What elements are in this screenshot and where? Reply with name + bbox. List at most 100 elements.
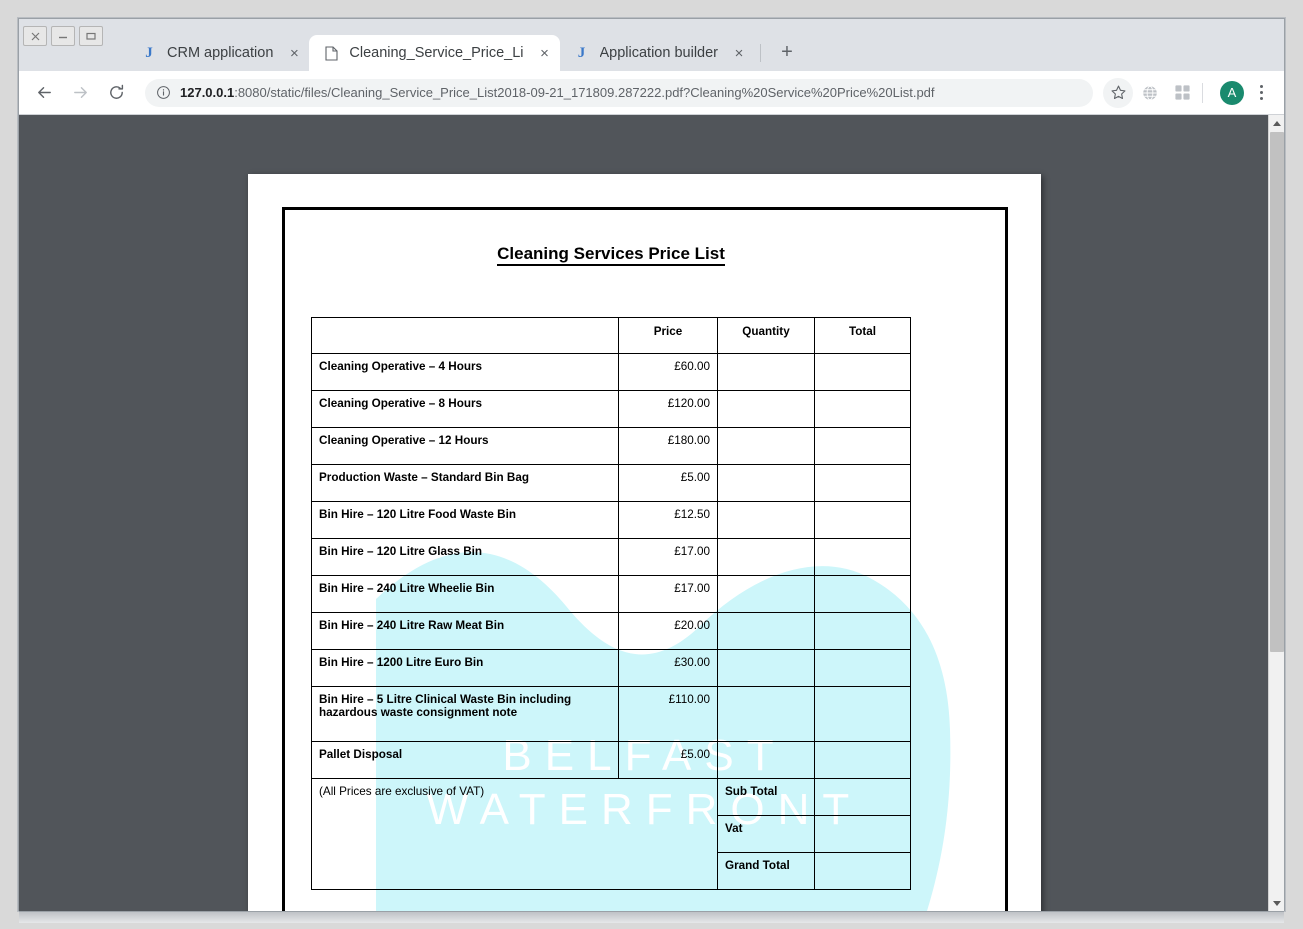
cell-description: Pallet Disposal: [312, 742, 619, 779]
tab-strip: J CRM application × Cleaning_Service_Pri…: [19, 19, 1284, 71]
avatar[interactable]: A: [1220, 81, 1244, 105]
triangle-down-icon: [1273, 901, 1281, 906]
tab-application-builder[interactable]: J Application builder ×: [560, 35, 755, 71]
globe-icon: [1141, 84, 1159, 102]
menu-dot: [1260, 91, 1263, 94]
cell-price: £5.00: [619, 465, 718, 502]
menu-dot: [1260, 85, 1263, 88]
cell-total: [815, 465, 911, 502]
scrollbar-thumb[interactable]: [1270, 132, 1284, 652]
table-row-subtotal: (All Prices are exclusive of VAT) Sub To…: [312, 779, 911, 816]
table-header: Price Quantity Total: [312, 318, 911, 354]
cell-description: Production Waste – Standard Bin Bag: [312, 465, 619, 502]
arrow-left-icon: [35, 83, 54, 102]
tab-separator: [760, 44, 761, 62]
cell-description: Bin Hire – 240 Litre Wheelie Bin: [312, 576, 619, 613]
window-maximize-button[interactable]: [79, 26, 103, 46]
tab-cleaning-service-price-list[interactable]: Cleaning_Service_Price_Li ×: [309, 35, 559, 71]
bookmark-star-button[interactable]: [1103, 78, 1133, 108]
table-row: Cleaning Operative – 8 Hours £120.00: [312, 391, 911, 428]
reload-button[interactable]: [101, 78, 131, 108]
pdf-viewer[interactable]: BELFAST WATERFRONT Cleaning Services Pri…: [19, 115, 1284, 911]
browser-toolbar: 127.0.0.1:8080/static/files/Cleaning_Ser…: [19, 71, 1284, 115]
cell-quantity: [718, 354, 815, 391]
toolbar-separator: [1202, 83, 1203, 103]
cell-total: [815, 354, 911, 391]
arrow-right-icon: [71, 83, 90, 102]
window-minimize-button[interactable]: [51, 26, 75, 46]
price-list-table: Price Quantity Total Cleaning Operative …: [311, 317, 911, 890]
cell-quantity: [718, 742, 815, 779]
translate-globe-button[interactable]: [1135, 78, 1165, 108]
table-row: Pallet Disposal £5.00: [312, 742, 911, 779]
cell-description: Bin Hire – 120 Litre Food Waste Bin: [312, 502, 619, 539]
tab-close-button[interactable]: ×: [730, 44, 748, 62]
cell-total: [815, 687, 911, 742]
description-line-1: Bin Hire – 5 Litre Clinical Waste Bin in…: [319, 693, 571, 706]
url-host: 127.0.0.1: [180, 85, 234, 100]
cell-description: Cleaning Operative – 4 Hours: [312, 354, 619, 391]
tab-close-button[interactable]: ×: [536, 44, 554, 62]
cell-quantity: [718, 650, 815, 687]
window-bottom-edge: [19, 911, 1284, 923]
address-bar[interactable]: 127.0.0.1:8080/static/files/Cleaning_Ser…: [145, 79, 1093, 107]
window-close-button[interactable]: [23, 26, 47, 46]
cell-price: £110.00: [619, 687, 718, 742]
grand-total-label: Grand Total: [718, 853, 815, 890]
description-line-2: hazardous waste consignment note: [319, 706, 611, 719]
table-row: Production Waste – Standard Bin Bag £5.0…: [312, 465, 911, 502]
triangle-up-icon: [1273, 121, 1281, 126]
table-body: Cleaning Operative – 4 Hours £60.00 Clea…: [312, 354, 911, 890]
cell-total: [815, 502, 911, 539]
grid-icon: [1174, 84, 1191, 101]
cell-quantity: [718, 539, 815, 576]
document-icon: [323, 45, 339, 61]
tab-close-button[interactable]: ×: [285, 44, 303, 62]
table-row: Bin Hire – 1200 Litre Euro Bin £30.00: [312, 650, 911, 687]
cell-price: £17.00: [619, 539, 718, 576]
forward-button[interactable]: [65, 78, 95, 108]
cell-total: [815, 613, 911, 650]
cell-quantity: [718, 391, 815, 428]
page-title: Cleaning Services Price List: [248, 244, 974, 264]
column-header-price: Price: [619, 318, 718, 354]
tab-title: Cleaning_Service_Price_Li: [349, 45, 523, 61]
scroll-up-button[interactable]: [1269, 115, 1284, 131]
tab-title: Application builder: [600, 45, 719, 61]
column-header-description: [312, 318, 619, 354]
new-tab-button[interactable]: +: [773, 38, 801, 66]
back-button[interactable]: [29, 78, 59, 108]
column-header-total: Total: [815, 318, 911, 354]
table-header-row: Price Quantity Total: [312, 318, 911, 354]
table-row: Bin Hire – 120 Litre Food Waste Bin £12.…: [312, 502, 911, 539]
cell-total: [815, 539, 911, 576]
tab-crm-application[interactable]: J CRM application ×: [127, 35, 309, 71]
cell-price: £120.00: [619, 391, 718, 428]
info-circle-icon[interactable]: [155, 85, 171, 101]
table-row: Bin Hire – 120 Litre Glass Bin £17.00: [312, 539, 911, 576]
cell-price: £20.00: [619, 613, 718, 650]
apps-grid-button[interactable]: [1167, 78, 1197, 108]
browser-window: J CRM application × Cleaning_Service_Pri…: [18, 18, 1285, 911]
close-icon: [31, 32, 40, 41]
cell-quantity: [718, 576, 815, 613]
cell-quantity: [718, 613, 815, 650]
reload-icon: [107, 83, 126, 102]
url-path: :8080/static/files/Cleaning_Service_Pric…: [234, 85, 934, 100]
cell-total: [815, 428, 911, 465]
letter-j-icon: J: [141, 45, 157, 61]
vat-note: (All Prices are exclusive of VAT): [312, 779, 718, 890]
scroll-down-button[interactable]: [1269, 895, 1284, 911]
vat-label: Vat: [718, 816, 815, 853]
cell-total: [815, 576, 911, 613]
table-row: Bin Hire – 240 Litre Raw Meat Bin £20.00: [312, 613, 911, 650]
grand-total-value: [815, 853, 911, 890]
letter-j-icon: J: [574, 45, 590, 61]
column-header-quantity: Quantity: [718, 318, 815, 354]
vertical-scrollbar[interactable]: [1268, 115, 1284, 911]
cell-price: £5.00: [619, 742, 718, 779]
minimize-icon: [57, 32, 69, 41]
browser-menu-button[interactable]: [1248, 78, 1274, 108]
cell-quantity: [718, 687, 815, 742]
subtotal-value: [815, 779, 911, 816]
